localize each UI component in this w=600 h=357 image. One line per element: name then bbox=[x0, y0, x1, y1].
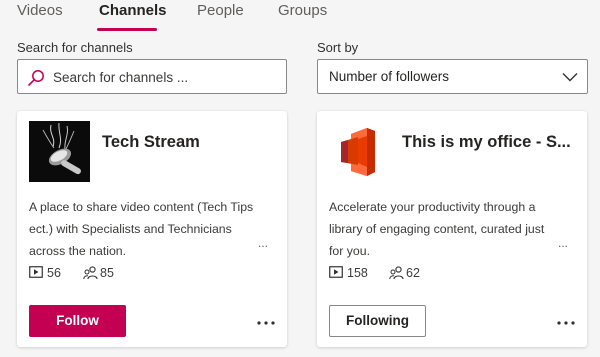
video-icon bbox=[29, 266, 43, 278]
channel-card[interactable]: Tech Stream A place to share video conte… bbox=[17, 111, 287, 347]
channel-thumbnail-microphone[interactable] bbox=[29, 121, 90, 182]
search-icon bbox=[28, 70, 44, 86]
people-icon bbox=[389, 266, 404, 280]
chevron-down-icon bbox=[562, 73, 578, 82]
description-more-indicator: ... bbox=[558, 236, 569, 250]
follower-count: 62 bbox=[406, 266, 420, 280]
tab-groups[interactable]: Groups bbox=[278, 2, 327, 19]
following-button[interactable]: Following bbox=[329, 305, 426, 337]
more-options-icon[interactable] bbox=[253, 315, 279, 331]
sort-dropdown[interactable]: Number of followers bbox=[317, 59, 588, 94]
channel-title[interactable]: Tech Stream bbox=[102, 133, 280, 152]
video-icon bbox=[329, 266, 343, 278]
follower-count: 85 bbox=[100, 266, 114, 280]
active-tab-indicator bbox=[97, 28, 157, 31]
tab-bar: Videos Channels People Groups bbox=[0, 0, 600, 34]
description-more-indicator: ... bbox=[258, 236, 269, 250]
sort-label: Sort by bbox=[317, 40, 359, 55]
tab-videos[interactable]: Videos bbox=[17, 2, 63, 19]
tab-people[interactable]: People bbox=[197, 2, 244, 19]
tab-channels[interactable]: Channels bbox=[99, 2, 167, 19]
channel-title[interactable]: This is my office - S... bbox=[402, 133, 580, 152]
search-input[interactable] bbox=[53, 66, 278, 88]
search-box bbox=[17, 59, 287, 94]
follow-button[interactable]: Follow bbox=[29, 305, 126, 337]
search-label: Search for channels bbox=[17, 40, 133, 55]
channel-description: A place to share video content (Tech Tip… bbox=[29, 200, 254, 258]
people-icon bbox=[83, 266, 98, 280]
sort-selected-value: Number of followers bbox=[329, 69, 450, 84]
video-count: 56 bbox=[47, 266, 61, 280]
video-count: 158 bbox=[347, 266, 368, 280]
channel-description: Accelerate your productivity through a l… bbox=[329, 200, 545, 258]
more-options-icon[interactable] bbox=[553, 315, 579, 331]
channel-card[interactable]: This is my office - S... Accelerate your… bbox=[317, 111, 587, 347]
office-logo-icon[interactable] bbox=[329, 121, 390, 182]
